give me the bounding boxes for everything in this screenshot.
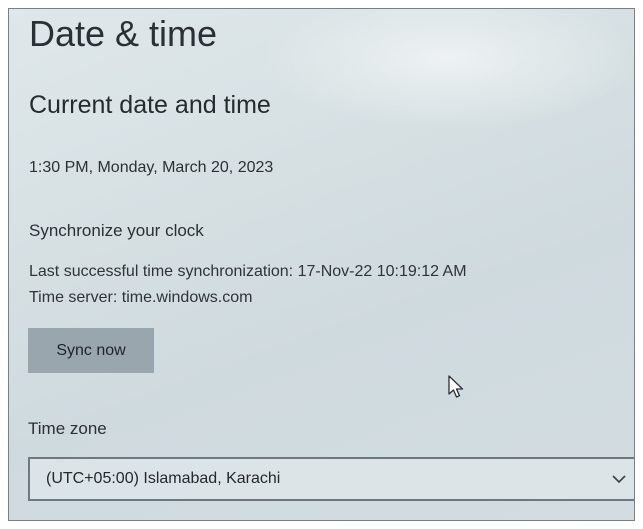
- current-date-time-heading: Current date and time: [29, 91, 271, 119]
- time-zone-label: Time zone: [28, 419, 107, 438]
- current-date-time-value: 1:30 PM, Monday, March 20, 2023: [29, 159, 274, 176]
- time-server-text: Time server: time.windows.com: [29, 289, 253, 306]
- last-sync-text: Last successful time synchronization: 17…: [29, 263, 467, 280]
- synchronize-clock-heading: Synchronize your clock: [29, 221, 204, 240]
- screen-glare: [259, 9, 634, 129]
- sync-now-button[interactable]: Sync now: [28, 328, 154, 373]
- settings-window: Date & time Current date and time 1:30 P…: [8, 8, 635, 521]
- mouse-pointer-icon: [448, 375, 464, 398]
- chevron-down-icon[interactable]: [611, 471, 627, 487]
- time-zone-selected-value: (UTC+05:00) Islamabad, Karachi: [46, 470, 281, 487]
- time-zone-dropdown[interactable]: (UTC+05:00) Islamabad, Karachi: [28, 457, 634, 501]
- page-title: Date & time: [29, 13, 218, 54]
